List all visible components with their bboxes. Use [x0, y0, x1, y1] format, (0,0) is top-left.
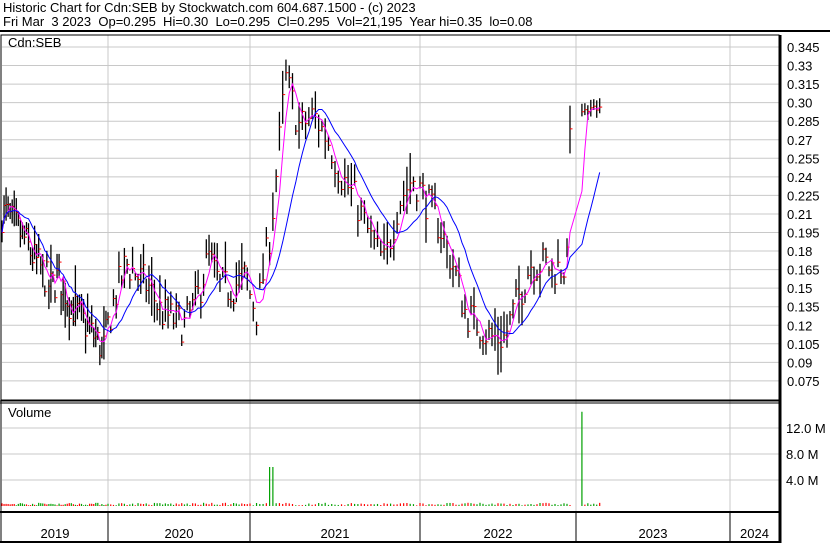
volume-tick-label: 8.0 M [786, 447, 819, 462]
long-moving-average-line [1, 108, 601, 335]
year-label: 2021 [321, 526, 350, 541]
volume-tick-label: 12.0 M [786, 421, 826, 436]
year-label: 2022 [484, 526, 513, 541]
year-label: 2020 [165, 526, 194, 541]
year-label: 2024 [740, 526, 769, 541]
year-label: 2019 [41, 526, 70, 541]
price-tick-label: 0.075 [787, 374, 820, 389]
chart-canvas: 0.345 0.33 0.315 0.30 0.285 0.27 0.255 0.24 0.22… [0, 30, 830, 543]
price-panel-border [0, 34, 780, 401]
price-tick-label: 0.225 [787, 188, 820, 203]
price-tick-label: 0.105 [787, 337, 820, 352]
price-tick-label: 0.27 [787, 133, 812, 148]
price-tick-label: 0.21 [787, 207, 812, 222]
volume-tick-label: 4.0 M [786, 473, 819, 488]
price-tick-label: 0.315 [787, 77, 820, 92]
price-tick-label: 0.24 [787, 170, 812, 185]
price-tick-label: 0.165 [787, 263, 820, 278]
price-tick-label: 0.345 [787, 40, 820, 55]
price-tick-label: 0.33 [787, 59, 812, 74]
year-label: 2023 [639, 526, 668, 541]
price-tick-label: 0.285 [787, 114, 820, 129]
price-tick-label: 0.255 [787, 151, 820, 166]
price-tick-label: 0.09 [787, 355, 812, 370]
price-tick-label: 0.12 [787, 318, 812, 333]
price-tick-label: 0.30 [787, 96, 812, 111]
price-tick-label: 0.18 [787, 244, 812, 259]
price-tick-label: 0.135 [787, 300, 820, 315]
chart-symbol-label: Cdn:SEB [8, 35, 61, 50]
stock-chart: Historic Chart for Cdn:SEB by Stockwatch… [0, 0, 830, 543]
price-tick-label: 0.195 [787, 226, 820, 241]
price-tick-label: 0.15 [787, 281, 812, 296]
volume-panel-label: Volume [8, 405, 51, 420]
